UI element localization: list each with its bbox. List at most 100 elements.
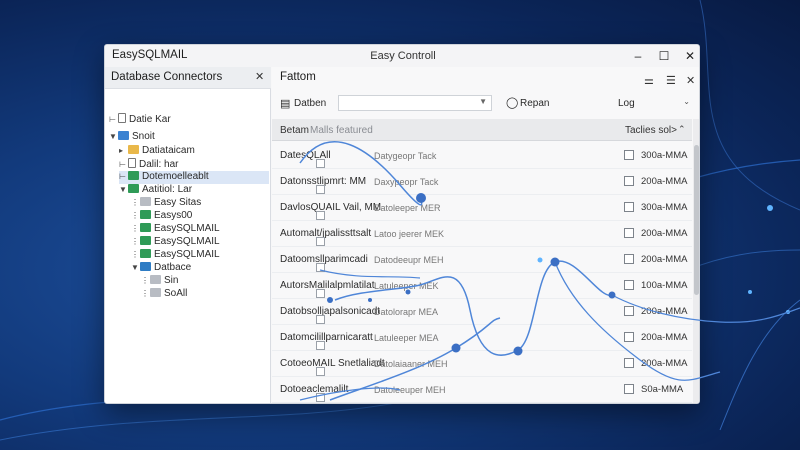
table-icon (128, 184, 139, 193)
row-checkbox[interactable] (316, 211, 325, 220)
close-icon[interactable]: ✕ (255, 70, 264, 83)
row-select-checkbox[interactable] (624, 202, 634, 212)
filter-icon[interactable]: ☰ (666, 74, 676, 87)
row-select-checkbox[interactable] (624, 150, 634, 160)
row-name: CotoeoMAIL Snetlaliadt (280, 358, 385, 369)
row-select-checkbox[interactable] (624, 254, 634, 264)
expander-icon[interactable]: ⊢ (119, 172, 128, 181)
table-row[interactable]: DavlosQUAIL Vail, MM Datoleeper MER 300a-M… (272, 195, 692, 221)
tree-item[interactable]: ⊢ Datie Kar (109, 113, 171, 126)
tree-item-selected[interactable]: ⊢ Dotemoelleablt (119, 171, 269, 184)
row-checkbox[interactable] (316, 185, 325, 194)
table-row[interactable]: CotoeoMAIL Snetlaliadt Datolaiaaner MEH 20… (272, 351, 692, 377)
row-table-count: 100a-MMA (641, 280, 688, 291)
tree-item[interactable]: ▸ Datiataicam (119, 145, 195, 158)
expander-icon[interactable]: ⋮ (141, 276, 150, 285)
expander-icon[interactable]: ⊢ (109, 115, 118, 124)
expander-icon[interactable]: ⋮ (131, 237, 140, 246)
row-name: Automalt/jpalissttsalt (280, 228, 372, 239)
row-checkbox[interactable] (316, 237, 325, 246)
tree-item[interactable]: ▼ Datbace (131, 262, 191, 275)
window-title: Easy Controll (370, 50, 436, 62)
row-description: Latuleeper MEA (374, 333, 439, 343)
expander-icon[interactable]: ⋮ (131, 211, 140, 220)
row-select-checkbox[interactable] (624, 280, 634, 290)
expander-icon[interactable]: ⊢ (119, 160, 128, 169)
table-row[interactable]: Datomcilillparnicaratt Latuleeper MEA 200a… (272, 325, 692, 351)
row-checkbox[interactable] (316, 315, 325, 324)
close-icon[interactable]: ✕ (686, 74, 695, 87)
row-select-checkbox[interactable] (624, 306, 634, 316)
database-label: Datben (294, 98, 327, 109)
table-icon (150, 288, 161, 297)
sort-icon[interactable]: ⌃ (678, 124, 686, 135)
row-checkbox[interactable] (316, 393, 325, 402)
row-name: Dotoeaclemalilt (280, 384, 349, 395)
column-header-name[interactable]: Betam (280, 125, 309, 136)
row-table-count: 300a-MMA (641, 202, 688, 213)
expander-icon[interactable]: ⋮ (131, 224, 140, 233)
row-select-checkbox[interactable] (624, 332, 634, 342)
expander-icon[interactable]: ⋮ (131, 250, 140, 259)
row-checkbox[interactable] (316, 367, 325, 376)
chevron-right-icon[interactable]: ▸ (119, 146, 128, 155)
expander-icon[interactable]: ⋮ (141, 289, 150, 298)
report-button[interactable]: Repan (520, 98, 549, 109)
report-icon[interactable]: ◯ (506, 96, 518, 109)
database-icon: ▤ (280, 98, 291, 110)
minimize-icon[interactable]: – (629, 48, 647, 64)
tree-item-label: Easys00 (154, 210, 193, 221)
database-connectors-pane: Database Connectors ✕ ⊢ Datie Kar ▼ Snoit … (105, 67, 271, 403)
row-checkbox[interactable] (316, 159, 325, 168)
tree-item[interactable]: ⋮ EasySQLMAIL (131, 223, 220, 236)
row-name: AutorsMalilalpmlatilat (280, 280, 375, 291)
row-description: Datodeeupr MEH (374, 255, 444, 265)
row-table-count: S0a-MMA (641, 384, 684, 395)
document-icon (128, 158, 136, 168)
database-icon (140, 262, 151, 271)
tree-item[interactable]: ⋮ EasySQLMAIL (131, 249, 220, 262)
row-select-checkbox[interactable] (624, 176, 634, 186)
row-name: Datomcilillparnicaratt (280, 332, 373, 343)
tree-item[interactable]: ⋮ Easys00 (131, 210, 192, 223)
tree-item[interactable]: ⋮ Sin (141, 275, 178, 288)
tree-item[interactable]: ⊢ Dalil: har (119, 158, 178, 171)
pin-icon[interactable]: ⚌ (644, 74, 654, 87)
table-row[interactable]: Dotoeaclemalilt Datoleeuper MEH S0a-MMA (272, 377, 692, 403)
row-checkbox[interactable] (316, 263, 325, 272)
chevron-down-icon[interactable]: ▼ (109, 132, 118, 141)
column-header-description[interactable]: Malls featured (310, 125, 373, 136)
tree-item[interactable]: ⋮ EasySQLMAIL (131, 236, 220, 249)
log-select[interactable]: Log ⌄ (612, 95, 692, 111)
chevron-down-icon[interactable]: ▼ (131, 263, 140, 272)
pane-header: Database Connectors ✕ (105, 67, 271, 89)
row-select-checkbox[interactable] (624, 358, 634, 368)
expander-icon[interactable]: ⋮ (131, 198, 140, 207)
scrollbar-thumb[interactable] (694, 145, 699, 295)
pane-title: Database Connectors (111, 71, 223, 83)
table-row[interactable]: Datobsolljapalsonicadt Datolorapr MEA 200a… (272, 299, 692, 325)
tree-item[interactable]: ▼ Snoit (109, 131, 155, 144)
table-row[interactable]: DatesQLAll Datygeopr Tack 300a-MMA (272, 143, 692, 169)
row-table-count: 200a-MMA (641, 228, 688, 239)
tree-item[interactable]: ⋮ SoAll (141, 288, 187, 301)
close-icon[interactable]: ✕ (681, 48, 699, 64)
title-bar[interactable]: EasySQLMAIL Easy Controll – ☐ ✕ (105, 45, 699, 67)
row-select-checkbox[interactable] (624, 384, 634, 394)
row-table-count: 200a-MMA (641, 306, 688, 317)
table-row[interactable]: Automalt/jpalissttsalt Latoo jeerer MEK 20… (272, 221, 692, 247)
chevron-down-icon[interactable]: ▼ (119, 185, 128, 194)
column-header-tables[interactable]: Taclies sol> (625, 125, 677, 136)
table-row[interactable]: Datonsstlipmrt: MM Daxypeopr Tack 200a-MMA (272, 169, 692, 195)
database-select[interactable]: ▼ (338, 95, 492, 111)
table-icon (140, 210, 151, 219)
tree-item[interactable]: ▼ Aatitiol: Lar (119, 184, 192, 197)
maximize-icon[interactable]: ☐ (655, 48, 673, 64)
tree-item[interactable]: ⋮ Easy Sitas (131, 197, 201, 210)
scrollbar[interactable] (693, 119, 699, 403)
row-checkbox[interactable] (316, 341, 325, 350)
table-row[interactable]: AutorsMalilalpmlatilat Latuleeper MEK 100a… (272, 273, 692, 299)
table-row[interactable]: Datoomsllparimcadi Datodeeupr MEH 200a-MMA (272, 247, 692, 273)
row-checkbox[interactable] (316, 289, 325, 298)
row-select-checkbox[interactable] (624, 228, 634, 238)
